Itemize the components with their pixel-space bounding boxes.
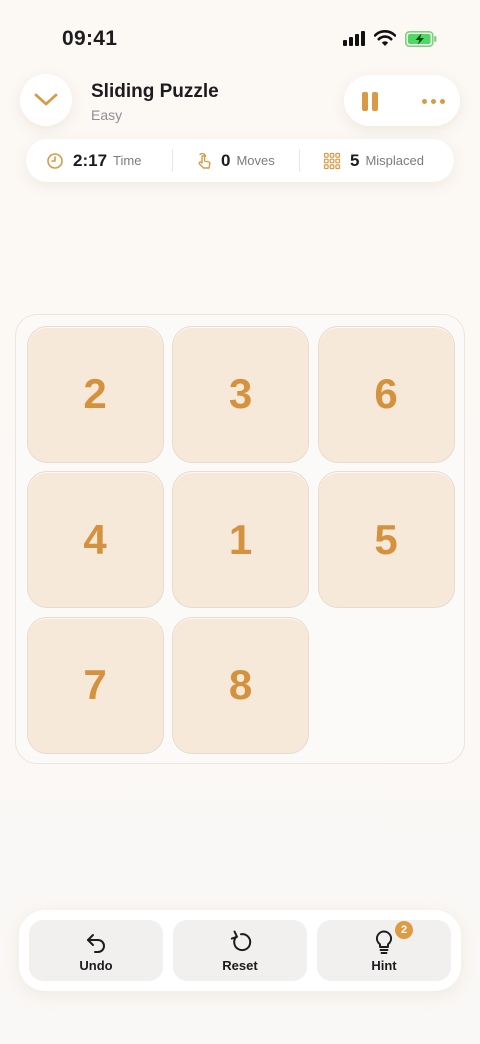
- puzzle-tile[interactable]: 6: [317, 325, 455, 463]
- grid-icon: [323, 152, 341, 169]
- undo-label: Undo: [79, 957, 113, 973]
- puzzle-tile[interactable]: 5: [317, 471, 455, 608]
- misplaced-value: 5: [350, 150, 360, 170]
- lightbulb-icon: [376, 930, 392, 954]
- status-bar: 09:41: [0, 0, 480, 74]
- difficulty-label: Easy: [91, 107, 123, 123]
- divider: [172, 149, 173, 172]
- puzzle-board: 236 415 78: [15, 314, 465, 764]
- divider: [299, 149, 300, 172]
- battery-charging-icon: [405, 31, 437, 47]
- game-title: Sliding Puzzle: [91, 81, 219, 102]
- reset-button[interactable]: Reset: [173, 920, 307, 981]
- time-label: Time: [113, 153, 142, 168]
- pause-button[interactable]: [358, 89, 382, 113]
- time-stat: 2:17 Time: [46, 139, 141, 182]
- misplaced-stat: 5 Misplaced: [323, 139, 424, 182]
- more-dot-icon: [439, 98, 445, 104]
- bottom-toolbar: Undo Reset Hint 2: [19, 910, 461, 991]
- stats-bar: 2:17 Time 0 Moves 5 Misplaced: [26, 139, 454, 182]
- misplaced-label: Misplaced: [365, 153, 424, 168]
- undo-button[interactable]: Undo: [29, 920, 163, 981]
- tap-hand-icon: [198, 152, 211, 169]
- title-block: Sliding Puzzle Easy: [91, 81, 219, 123]
- chevron-down-icon: [34, 93, 58, 106]
- more-options-button[interactable]: [418, 91, 448, 111]
- hint-count-badge: 2: [395, 921, 413, 939]
- header-actions: [344, 75, 460, 126]
- hint-label: Hint: [371, 957, 397, 973]
- reset-label: Reset: [222, 957, 258, 973]
- puzzle-tile[interactable]: 4: [26, 471, 164, 608]
- puzzle-tile[interactable]: 2: [26, 325, 164, 463]
- puzzle-tile[interactable]: 1: [172, 471, 309, 608]
- empty-slot: [318, 617, 455, 754]
- more-dot-icon: [430, 98, 436, 104]
- status-time: 09:41: [62, 27, 118, 50]
- more-dot-icon: [421, 98, 427, 104]
- moves-stat: 0 Moves: [194, 139, 275, 182]
- collapse-button[interactable]: [20, 74, 72, 126]
- puzzle-tile[interactable]: 3: [172, 325, 309, 463]
- puzzle-tile[interactable]: 7: [26, 616, 164, 754]
- moves-label: Moves: [236, 153, 275, 168]
- undo-arrow-icon: [87, 933, 105, 953]
- clock-icon: [47, 152, 63, 169]
- moves-value: 0: [221, 150, 231, 170]
- cellular-signal-icon: [343, 31, 367, 46]
- hint-button[interactable]: Hint 2: [317, 920, 451, 981]
- puzzle-tile[interactable]: 8: [172, 616, 309, 754]
- wifi-icon: [374, 30, 396, 46]
- reset-icon: [230, 930, 252, 951]
- time-value: 2:17: [73, 150, 108, 170]
